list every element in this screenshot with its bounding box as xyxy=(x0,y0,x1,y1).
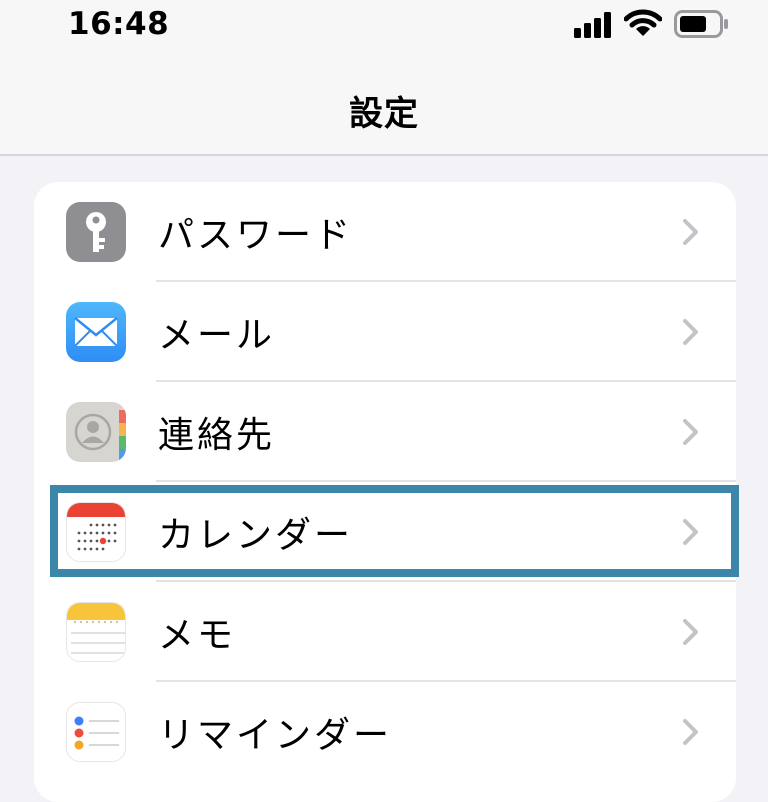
reminders-icon xyxy=(66,702,126,762)
chevron-right-icon xyxy=(683,419,698,445)
settings-item-label: メール xyxy=(158,315,276,356)
settings-item-password[interactable]: パスワード xyxy=(34,182,736,282)
mail-icon xyxy=(66,302,126,362)
highlight-box xyxy=(50,485,739,577)
notes-icon xyxy=(66,602,126,662)
settings-item-label: パスワード xyxy=(158,215,354,256)
chevron-right-icon xyxy=(683,719,698,745)
chevron-right-icon xyxy=(683,319,698,345)
battery-icon xyxy=(674,10,728,38)
page-title: 設定 xyxy=(349,94,419,134)
settings-item-mail[interactable]: メール xyxy=(34,282,736,382)
status-time: 16:48 xyxy=(68,6,170,42)
wifi-icon xyxy=(624,9,662,36)
chevron-right-icon xyxy=(683,219,698,245)
signal-icon xyxy=(574,12,611,38)
contacts-icon xyxy=(66,402,126,462)
settings-item-notes[interactable]: メモ xyxy=(34,582,736,682)
settings-item-label: リマインダー xyxy=(158,715,393,756)
key-icon xyxy=(66,202,126,262)
settings-item-reminders[interactable]: リマインダー xyxy=(34,682,736,782)
settings-item-contacts[interactable]: 連絡先 xyxy=(34,382,736,482)
settings-item-label: 連絡先 xyxy=(158,415,276,456)
settings-item-label: メモ xyxy=(158,615,237,656)
chevron-right-icon xyxy=(683,619,698,645)
top-bar: 16:48 設定 xyxy=(0,0,768,156)
